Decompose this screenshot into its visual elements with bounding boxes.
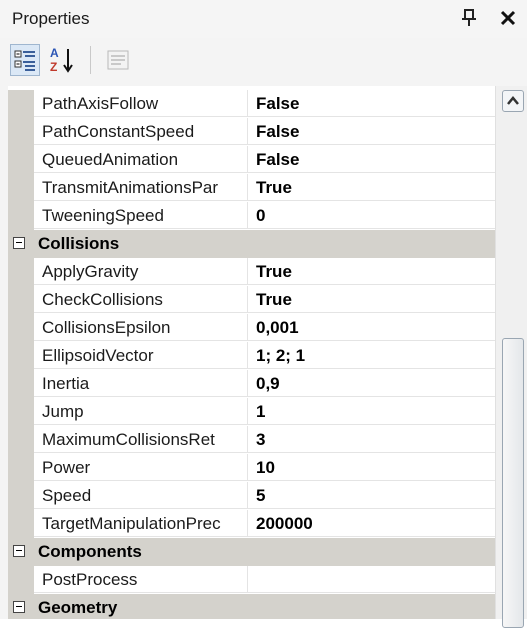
row-margin [8, 314, 34, 342]
pin-icon[interactable] [460, 8, 478, 28]
row-margin [8, 566, 34, 594]
property-pages-icon [107, 50, 129, 70]
property-row[interactable]: CollisionsEpsilon 0,001 [8, 314, 495, 342]
collapse-icon[interactable] [13, 545, 25, 557]
property-value[interactable]: 3 [248, 426, 495, 453]
property-name[interactable]: EllipsoidVector [34, 342, 248, 369]
scroll-up-button[interactable] [502, 90, 524, 112]
row-margin [8, 174, 34, 202]
property-value[interactable]: 200000 [248, 510, 495, 537]
property-row[interactable]: EllipsoidVector 1; 2; 1 [8, 342, 495, 370]
property-name[interactable]: Jump [34, 398, 248, 425]
property-name[interactable]: Power [34, 454, 248, 481]
row-margin [8, 286, 34, 314]
property-value[interactable]: False [248, 146, 495, 173]
property-row[interactable]: PathAxisFollow False [8, 90, 495, 118]
properties-panel: Properties A Z PathAxisFollow False Path… [0, 0, 527, 628]
row-margin [8, 370, 34, 398]
property-value[interactable]: False [248, 90, 495, 117]
property-value[interactable] [248, 566, 495, 593]
property-row[interactable]: Inertia 0,9 [8, 370, 495, 398]
property-name[interactable]: PathConstantSpeed [34, 118, 248, 145]
property-row[interactable]: QueuedAnimation False [8, 146, 495, 174]
property-value[interactable]: True [248, 174, 495, 201]
property-value[interactable]: True [248, 286, 495, 313]
property-value[interactable]: 0,001 [248, 314, 495, 341]
property-row[interactable]: TransmitAnimationsPar True [8, 174, 495, 202]
alphabetical-button[interactable]: A Z [48, 44, 78, 76]
property-row[interactable]: TweeningSpeed 0 [8, 202, 495, 230]
row-margin [8, 482, 34, 510]
property-value[interactable]: 0,9 [248, 370, 495, 397]
close-icon[interactable] [497, 7, 519, 29]
property-row[interactable]: ApplyGravity True [8, 258, 495, 286]
property-name[interactable]: QueuedAnimation [34, 146, 248, 173]
row-margin [8, 454, 34, 482]
property-row[interactable]: Jump 1 [8, 398, 495, 426]
categorized-button[interactable] [10, 44, 40, 76]
row-margin [8, 398, 34, 426]
chevron-up-icon [507, 96, 519, 105]
property-value[interactable]: 10 [248, 454, 495, 481]
scroll-thumb[interactable] [502, 338, 524, 628]
property-name[interactable]: TweeningSpeed [34, 202, 248, 229]
property-grid: PathAxisFollow False PathConstantSpeed Fals… [8, 86, 495, 619]
property-value[interactable]: False [248, 118, 495, 145]
categorized-icon [14, 50, 35, 71]
property-row[interactable]: PostProcess [8, 566, 495, 594]
row-margin [8, 510, 34, 538]
property-row[interactable]: Power 10 [8, 454, 495, 482]
property-name[interactable]: TransmitAnimationsPar [34, 174, 248, 201]
property-value[interactable]: 5 [248, 482, 495, 509]
property-name[interactable]: PathAxisFollow [34, 90, 248, 117]
category-row[interactable]: Components [8, 538, 495, 566]
toolbar-separator [90, 46, 91, 74]
property-name[interactable]: Inertia [34, 370, 248, 397]
property-name[interactable]: CheckCollisions [34, 286, 248, 313]
property-pages-button[interactable] [104, 44, 134, 76]
property-name[interactable]: MaximumCollisionsRet [34, 426, 248, 453]
property-row[interactable]: CheckCollisions True [8, 286, 495, 314]
property-name[interactable]: TargetManipulationPrec [34, 510, 248, 537]
svg-text:Z: Z [50, 60, 57, 74]
property-name[interactable]: CollisionsEpsilon [34, 314, 248, 341]
property-value[interactable]: 0 [248, 202, 495, 229]
property-row[interactable]: PathConstantSpeed False [8, 118, 495, 146]
svg-text:A: A [50, 46, 59, 60]
property-name[interactable]: Speed [34, 482, 248, 509]
toolbar [0, 38, 527, 84]
row-margin [8, 118, 34, 146]
category-name: Geometry [38, 598, 118, 617]
category-row[interactable]: Geometry [8, 594, 495, 619]
category-name: Components [38, 542, 142, 561]
property-value[interactable]: True [248, 258, 495, 285]
property-value[interactable]: 1; 2; 1 [248, 342, 495, 369]
row-margin [8, 90, 34, 118]
row-margin [8, 342, 34, 370]
category-row[interactable]: Collisions [8, 230, 495, 258]
property-row[interactable]: TargetManipulationPrec 200000 [8, 510, 495, 538]
property-row[interactable]: Speed 5 [8, 482, 495, 510]
vertical-scrollbar[interactable] [495, 86, 527, 628]
sort-alphabetical-icon: A Z [50, 46, 73, 74]
property-name[interactable]: PostProcess [34, 566, 248, 593]
collapse-icon[interactable] [13, 237, 25, 249]
row-margin [8, 146, 34, 174]
panel-titlebar: Properties [0, 0, 527, 38]
property-name[interactable]: ApplyGravity [34, 258, 248, 285]
row-margin [8, 202, 34, 230]
property-value[interactable]: 1 [248, 398, 495, 425]
row-margin [8, 258, 34, 286]
row-margin [8, 426, 34, 454]
category-name: Collisions [38, 234, 120, 253]
collapse-icon[interactable] [13, 601, 25, 613]
panel-title: Properties [12, 9, 90, 28]
property-row[interactable]: MaximumCollisionsRet 3 [8, 426, 495, 454]
